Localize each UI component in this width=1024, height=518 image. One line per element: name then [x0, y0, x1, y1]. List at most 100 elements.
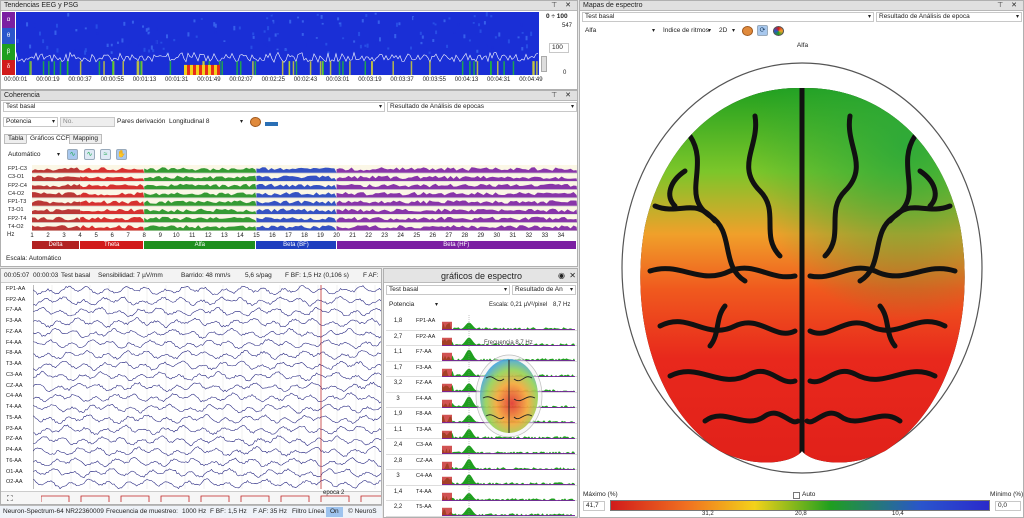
trend-scrollbar[interactable]	[541, 56, 547, 72]
ccf-coherence-graph[interactable]	[32, 165, 577, 231]
panel-controls[interactable]: ⊤ ✕	[551, 91, 574, 101]
spectrum-delta-area	[442, 368, 452, 377]
spectrum-chart-icon[interactable]	[265, 118, 278, 126]
spectrum-map-panel: Mapas de espectro ⊤ ✕ Test basal ▾ Resulta…	[579, 0, 1024, 518]
spectrum-delta-area	[442, 321, 452, 330]
map-state-select[interactable]: Test basal ▾	[582, 12, 874, 22]
trend-speckle	[419, 31, 422, 35]
eeg-channel-label: FP1-AA	[6, 286, 26, 292]
map-band-select[interactable]: Alfa ▾	[582, 26, 658, 36]
panel-controls[interactable]: ⊤ ✕	[997, 1, 1020, 11]
eeg-page[interactable]: 5,6 s/pag	[245, 271, 272, 281]
ccf-channel-label: C4-O2	[8, 190, 25, 197]
trend-speckle	[223, 40, 226, 42]
coherence-measure-select[interactable]: Potencia ▾	[3, 117, 58, 127]
spectrum-row[interactable]: 1,8 FP1-AA	[386, 315, 577, 331]
eeg-traces[interactable]	[33, 285, 382, 489]
trend-speckle	[366, 43, 369, 48]
auto-checkbox[interactable]	[793, 492, 800, 499]
coherence-no-input[interactable]: No.	[60, 117, 115, 127]
spectrum-graphs-title: gráficos de espectro	[440, 271, 523, 281]
spectrum-state-select[interactable]: Test basal ▾	[386, 285, 510, 295]
eeg-channel-label: O2-AA	[6, 479, 23, 486]
brain-topography-map[interactable]	[610, 56, 995, 486]
eeg-timebar[interactable]: ⛶ epoca 2	[1, 490, 381, 504]
hand-tool-icon[interactable]: ✋	[116, 149, 127, 160]
trend-scale-input[interactable]: 100	[549, 43, 569, 53]
spectrum-row[interactable]: 1,4 T4-AA	[386, 485, 577, 502]
trend-speckle	[483, 32, 486, 35]
trend-speckle	[112, 47, 115, 50]
spectrum-row[interactable]: 2,4 C3-AA	[386, 439, 577, 455]
spectrum-row[interactable]: 2,7 FP2-AA	[386, 330, 577, 347]
ccf-auto-select[interactable]: Automático ▾	[5, 150, 63, 160]
tab-table[interactable]: Tabla	[4, 134, 28, 144]
trend-speckle	[337, 17, 340, 21]
trend-speckle	[265, 44, 268, 47]
wave-view-1-icon[interactable]: ∿	[67, 149, 78, 160]
trend-channel-delta[interactable]: δ	[2, 60, 15, 75]
trend-time-label: 00:03:37	[390, 77, 414, 83]
spectrum-row[interactable]: 2,2 T5-AA	[386, 501, 577, 517]
eeg-sensitivity[interactable]: Sensibilidad: 7 µV/mm	[98, 271, 163, 281]
panel-controls[interactable]: ⊤ ✕	[551, 1, 574, 11]
trend-channel-alpha[interactable]: α	[2, 12, 15, 28]
hz-tick: 26	[429, 233, 437, 239]
spectrum-row-value: 3,2	[393, 380, 403, 387]
map-result-select[interactable]: Resultado de Análisis de epoca ▾	[876, 12, 1022, 22]
spectrum-row[interactable]: 3 C4-AA	[386, 470, 577, 486]
coherence-state-select[interactable]: Test basal ▾	[3, 102, 385, 112]
trend-speckle	[475, 34, 478, 37]
map-dim-select[interactable]: 2D ▾	[716, 26, 738, 36]
coherence-result-select[interactable]: Resultado de Análisis de epocas ▾	[387, 102, 577, 112]
hz-tick: 9	[158, 233, 162, 239]
wave-view-3-icon[interactable]: ≈	[100, 149, 111, 160]
spectrum-row[interactable]: 2,8 CZ-AA	[386, 454, 577, 471]
brain-style-icon[interactable]	[742, 26, 753, 36]
max-value-input[interactable]: 41,7	[583, 501, 605, 511]
eeg-faf[interactable]: F AF:	[363, 271, 379, 281]
trend-channel-beta[interactable]: β	[2, 44, 15, 60]
fullscreen-icon[interactable]: ⛶	[7, 494, 13, 504]
trend-channel-theta[interactable]: θ	[2, 28, 15, 44]
eeg-trend-spectrogram[interactable]	[16, 12, 539, 75]
trend-background	[16, 12, 539, 75]
trend-speckle	[165, 34, 168, 39]
eeg-sweep[interactable]: Barrido: 48 mm/s	[181, 271, 231, 281]
trend-alpha-burst	[42, 61, 45, 75]
trend-alpha-burst	[349, 61, 351, 75]
trend-speckle	[187, 32, 190, 37]
trend-alpha-burst	[329, 61, 332, 75]
spectrum-result-select[interactable]: Resultado de An ▾	[512, 285, 576, 295]
line-filter-toggle[interactable]: On	[326, 507, 343, 517]
trend-speckle	[463, 34, 466, 39]
trend-scale-top: 547	[562, 23, 573, 29]
head-map-overlay[interactable]	[474, 353, 544, 439]
tab-mapping[interactable]: Mapping	[69, 134, 102, 144]
head-colormap-icon[interactable]	[773, 26, 784, 36]
trend-delta-burst	[202, 64, 205, 75]
trend-speckle	[315, 37, 318, 39]
map-index-select[interactable]: Índice de ritmos ▾	[660, 26, 714, 36]
close-icon[interactable]: ✕	[569, 269, 576, 283]
trend-alpha-burst	[140, 61, 142, 75]
eeg-channel-label: O1-AA	[6, 468, 23, 475]
wave-view-2-icon[interactable]: ∿	[84, 149, 95, 160]
trend-alpha-burst	[512, 61, 515, 75]
eeg-state-select[interactable]: Test basal	[61, 271, 90, 281]
spectrum-map-title: Mapas de espectro	[583, 2, 643, 9]
trend-speckle	[374, 12, 377, 15]
epoch-mark	[80, 495, 110, 502]
pairs-select[interactable]: Longitudinal 8 ▾	[166, 117, 246, 127]
min-value-input[interactable]: 0,0	[995, 501, 1021, 511]
spectrum-measure-select[interactable]: Potencia ▾	[386, 300, 441, 310]
trend-speckle	[275, 22, 278, 26]
trend-speckle	[54, 30, 57, 35]
eye-icon[interactable]: ◉	[558, 269, 565, 283]
tab-ccf-graphs[interactable]: Gráficos CCF	[26, 134, 74, 144]
trend-time-label: 00:00:37	[68, 77, 92, 83]
refresh-icon[interactable]: ⟳	[757, 25, 768, 36]
eeg-fbf[interactable]: F BF: 1,5 Hz (0,106 s)	[285, 271, 361, 281]
brain-map-icon[interactable]	[250, 117, 261, 127]
trend-time-label: 00:00:01	[4, 77, 28, 83]
